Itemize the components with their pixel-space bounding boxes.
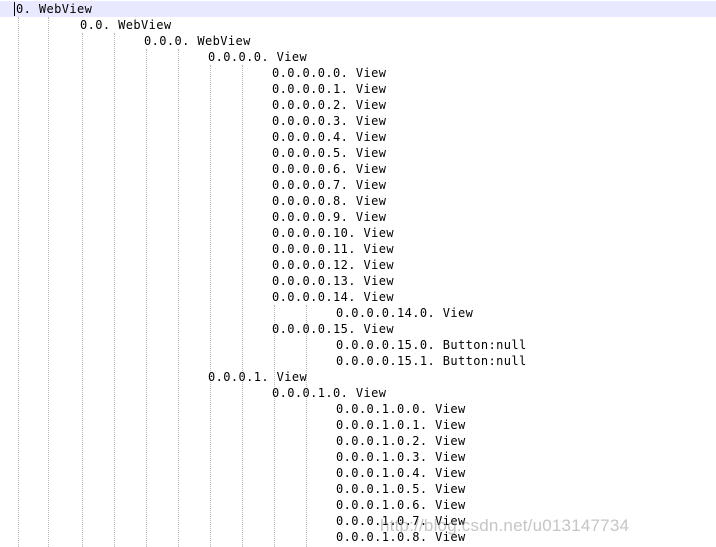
tree-line: 0.0.0.0.0. View xyxy=(272,66,387,80)
tree-line: 0.0.0.1.0.2. View xyxy=(336,434,466,448)
tree-line: 0.0.0.1. View xyxy=(208,370,308,384)
current-line-highlight xyxy=(0,1,716,17)
tree-line: 0.0.0.1.0.1. View xyxy=(336,418,466,432)
text-editor[interactable]: 0. WebView 0.0. WebView 0.0.0. WebView 0.0.… xyxy=(0,0,716,547)
tree-line: 0.0.0.0.9. View xyxy=(272,210,387,224)
indent-guide-line xyxy=(306,305,307,547)
tree-line: 0.0.0. WebView xyxy=(144,34,251,48)
tree-line: 0. WebView xyxy=(16,2,93,16)
indent-guide-line xyxy=(242,65,243,547)
tree-line: 0.0.0.0.13. View xyxy=(272,274,394,288)
tree-line: 0.0.0.1.0.3. View xyxy=(336,450,466,464)
tree-line: 0.0.0.0.8. View xyxy=(272,194,387,208)
tree-line: 0.0.0.0.15. View xyxy=(272,322,394,336)
tree-line: 0.0.0.1.0.6. View xyxy=(336,498,466,512)
tree-line: 0.0.0.0.1. View xyxy=(272,82,387,96)
text-caret xyxy=(14,2,15,16)
indent-guide-line xyxy=(18,17,19,547)
tree-line: 0.0.0.1.0.0. View xyxy=(336,402,466,416)
tree-line: 0.0.0.0.15.0. Button:null xyxy=(336,338,527,352)
tree-line: 0.0.0.0.14.0. View xyxy=(336,306,474,320)
tree-line: 0.0.0.0.15.1. Button:null xyxy=(336,354,527,368)
indent-guide-line xyxy=(146,49,147,547)
tree-line: 0.0.0.0.14. View xyxy=(272,290,394,304)
indent-guide-line xyxy=(48,17,49,547)
tree-line: 0.0.0.0.5. View xyxy=(272,146,387,160)
watermark-text: http://blog.csdn.net/u013147734 xyxy=(380,516,630,535)
tree-line: 0.0.0.0.10. View xyxy=(272,226,394,240)
tree-line: 0.0.0.1.0. View xyxy=(272,386,387,400)
tree-line: 0.0.0.1.0.4. View xyxy=(336,466,466,480)
tree-line: 0.0.0.0. View xyxy=(208,50,308,64)
indent-guide-line xyxy=(210,65,211,547)
indent-guide-line xyxy=(82,33,83,547)
tree-line: 0.0.0.1.0.5. View xyxy=(336,482,466,496)
tree-line: 0.0.0.0.12. View xyxy=(272,258,394,272)
tree-line: 0.0.0.0.11. View xyxy=(272,242,394,256)
tree-line: 0.0.0.0.4. View xyxy=(272,130,387,144)
tree-line: 0.0. WebView xyxy=(80,18,172,32)
tree-line: 0.0.0.0.3. View xyxy=(272,114,387,128)
indent-guide-line xyxy=(178,49,179,547)
tree-line: 0.0.0.0.6. View xyxy=(272,162,387,176)
indent-guide-line xyxy=(274,305,275,547)
tree-line: 0.0.0.0.7. View xyxy=(272,178,387,192)
tree-line: 0.0.0.0.2. View xyxy=(272,98,387,112)
indent-guide-line xyxy=(114,33,115,547)
